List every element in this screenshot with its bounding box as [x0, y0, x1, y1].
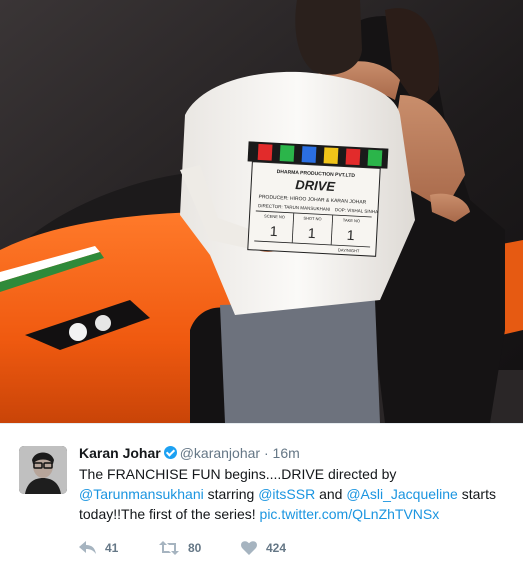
tweet-body: Karan Johar @karanjohar · 16m The FRANCHI… — [0, 423, 523, 579]
mention-link[interactable]: @Asli_Jacqueline — [346, 486, 458, 502]
clapboard-shot-value: 1 — [307, 225, 316, 241]
user-handle[interactable]: @karanjohar — [180, 445, 260, 461]
man-pants — [220, 300, 380, 423]
separator-dot: · — [263, 445, 269, 461]
mention-link[interactable]: @Tarunmansukhani — [79, 486, 204, 502]
reply-button[interactable]: 41 — [79, 538, 118, 558]
clapboard-take-label: TAKE NO — [343, 218, 361, 224]
retweet-count: 80 — [188, 541, 202, 555]
clapboard-take-value: 1 — [346, 227, 355, 243]
headlight-lens — [95, 315, 111, 331]
tweet-text-part: starring — [203, 486, 259, 502]
clapboard: DHARMA PRODUCTION PVT.LTD DRIVE PRODUCER… — [247, 141, 389, 257]
reply-icon — [79, 541, 96, 554]
clapboard-scene-value: 1 — [269, 223, 278, 239]
like-button[interactable]: 424 — [241, 538, 286, 558]
photo-scene: DHARMA PRODUCTION PVT.LTD DRIVE PRODUCER… — [0, 0, 523, 423]
media-link[interactable]: pic.twitter.com/QLnZhTVNSx — [260, 506, 440, 522]
heart-icon — [241, 541, 257, 555]
verified-icon — [163, 446, 177, 459]
display-name[interactable]: Karan Johar — [79, 445, 161, 461]
timestamp[interactable]: 16m — [273, 445, 300, 461]
tweet-photo[interactable]: DHARMA PRODUCTION PVT.LTD DRIVE PRODUCER… — [0, 0, 523, 423]
tweet-text-part: and — [315, 486, 347, 502]
mention-link[interactable]: @itsSSR — [258, 486, 315, 502]
reply-count: 41 — [105, 541, 119, 555]
clapboard-shot-label: SHOT NO — [303, 215, 321, 221]
headlight-lens — [69, 323, 87, 341]
like-count: 424 — [266, 541, 287, 555]
retweet-icon — [159, 541, 179, 555]
avatar[interactable] — [19, 446, 67, 494]
tweet-text: The FRANCHISE FUN begins....DRIVE direct… — [79, 464, 509, 524]
tweet-header: Karan Johar @karanjohar · 16m — [79, 444, 300, 462]
tweet-text-part: The FRANCHISE FUN begins....DRIVE direct… — [79, 466, 397, 482]
clapboard-title: DRIVE — [295, 177, 336, 194]
tweet-card: DHARMA PRODUCTION PVT.LTD DRIVE PRODUCER… — [0, 0, 523, 579]
retweet-button[interactable]: 80 — [159, 538, 201, 558]
avatar-image — [19, 446, 67, 494]
